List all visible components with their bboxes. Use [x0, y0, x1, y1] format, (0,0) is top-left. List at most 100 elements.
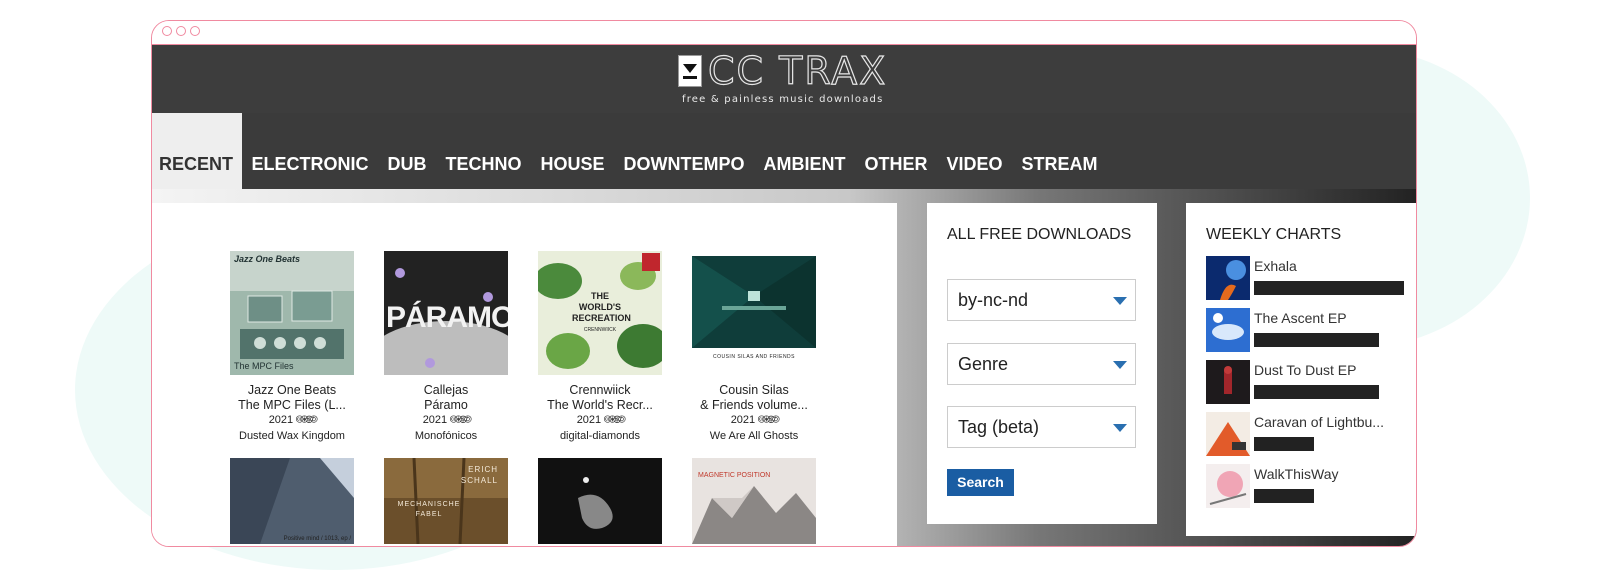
album-year-value: 2021: [576, 414, 602, 426]
cover-text: Jazz One Beats: [234, 254, 301, 264]
weekly-charts-panel: WEEKLY CHARTS Exhala The Ascent EP Dust …: [1186, 203, 1416, 536]
album-year-value: 2021: [268, 414, 294, 426]
album-year-value: 2021: [422, 414, 448, 426]
genre-select-value: Genre: [958, 354, 1009, 374]
album-card[interactable]: Jazz One Beats The MPC Files Jazz One Be…: [230, 251, 354, 444]
chart-thumbnail[interactable]: [1206, 464, 1250, 508]
chart-title[interactable]: Caravan of Lightbu...: [1254, 414, 1384, 430]
chart-item[interactable]: Dust To Dust EP: [1206, 360, 1406, 406]
cc-license-icons: 🅭🅯🄏🄎: [450, 414, 471, 426]
nav-stream[interactable]: STREAM: [1012, 113, 1107, 189]
cover-text: PÁRAMO: [386, 301, 508, 334]
cover-subtext: CRENNWIICK: [583, 327, 617, 333]
site-header: CC TRAX free & painless music downloads: [152, 45, 1416, 113]
chart-popularity-bar: [1254, 333, 1379, 347]
album-title[interactable]: The MPC Files (L...: [230, 398, 354, 413]
genre-nav: RECENT ELECTRONIC DUB TECHNO HOUSE DOWNT…: [152, 113, 1107, 189]
album-cover[interactable]: COUSIN SILAS AND FRIENDS: [692, 251, 816, 375]
album-card[interactable]: COUSIN SILAS AND FRIENDS Cousin Silas & …: [692, 251, 816, 444]
album-cover[interactable]: MAGNETIC POSITION: [692, 458, 816, 544]
nav-downtempo[interactable]: DOWNTEMPO: [614, 113, 754, 189]
album-artist[interactable]: Crennwiick: [538, 383, 662, 398]
album-cover[interactable]: ERICH SCHALL MECHANISCHE FABEL: [384, 458, 508, 544]
cover-subtext: MECHANISCHE FABEL: [397, 501, 461, 518]
chevron-down-icon: [1113, 424, 1127, 432]
nav-video[interactable]: VIDEO: [937, 113, 1012, 189]
download-logo-icon: [678, 55, 702, 87]
window-minimize-dot[interactable]: [176, 26, 186, 36]
nav-electronic[interactable]: ELECTRONIC: [242, 113, 378, 189]
recent-releases-panel: Jazz One Beats The MPC Files Jazz One Be…: [152, 203, 897, 546]
license-select[interactable]: by-nc-nd: [947, 279, 1136, 321]
charts-title: WEEKLY CHARTS: [1206, 226, 1342, 243]
album-cover[interactable]: PÁRAMO: [384, 251, 508, 375]
album-year-value: 2021: [730, 414, 756, 426]
chart-item[interactable]: Exhala: [1206, 256, 1406, 302]
chart-popularity-bar: [1254, 385, 1379, 399]
chart-title[interactable]: The Ascent EP: [1254, 310, 1347, 326]
downloads-title: ALL FREE DOWNLOADS: [947, 226, 1132, 243]
chart-item[interactable]: Caravan of Lightbu...: [1206, 412, 1406, 458]
search-button[interactable]: Search: [947, 469, 1014, 496]
site-logo[interactable]: CC TRAX: [678, 49, 888, 93]
chevron-down-icon: [1113, 297, 1127, 305]
cover-text: ERICH SCHALL: [460, 465, 498, 485]
nav-house[interactable]: HOUSE: [531, 113, 614, 189]
cover-subtext: The MPC Files: [234, 361, 294, 371]
album-label[interactable]: We Are All Ghosts: [692, 428, 816, 444]
chart-item[interactable]: The Ascent EP: [1206, 308, 1406, 354]
genre-navbar: RECENT ELECTRONIC DUB TECHNO HOUSE DOWNT…: [152, 113, 1416, 189]
album-title[interactable]: & Friends volume...: [692, 398, 816, 413]
album-cover[interactable]: THE WORLD'S RECREATION CRENNWIICK: [538, 251, 662, 375]
window-close-dot[interactable]: [162, 26, 172, 36]
album-label[interactable]: Dusted Wax Kingdom: [230, 428, 354, 444]
chart-popularity-bar: [1254, 437, 1314, 451]
tag-select[interactable]: Tag (beta): [947, 406, 1136, 448]
nav-dub[interactable]: DUB: [378, 113, 436, 189]
album-year: 2021 🅭🅯🄏🄎: [538, 413, 662, 427]
cover-text: Positive mind / 1013, ep /: [283, 536, 351, 542]
chart-title[interactable]: WalkThisWay: [1254, 466, 1339, 482]
free-downloads-panel: ALL FREE DOWNLOADS by-nc-nd Genre Tag (b…: [927, 203, 1157, 524]
window-maximize-dot[interactable]: [190, 26, 200, 36]
cover-text: MAGNETIC POSITION: [698, 472, 771, 479]
album-card[interactable]: [538, 458, 662, 544]
browser-window: CC TRAX free & painless music downloads …: [151, 20, 1417, 547]
chart-thumbnail[interactable]: [1206, 412, 1250, 456]
tag-select-value: Tag (beta): [958, 417, 1040, 437]
chart-item[interactable]: WalkThisWay: [1206, 464, 1406, 510]
nav-recent[interactable]: RECENT: [152, 113, 243, 189]
album-artist[interactable]: Jazz One Beats: [230, 383, 354, 398]
chart-thumbnail[interactable]: [1206, 256, 1250, 300]
chart-title[interactable]: Exhala: [1254, 258, 1297, 274]
chart-thumbnail[interactable]: [1206, 308, 1250, 352]
album-card[interactable]: MAGNETIC POSITION: [692, 458, 816, 544]
album-card[interactable]: THE WORLD'S RECREATION CRENNWIICK Crennw…: [538, 251, 662, 444]
album-label[interactable]: Monofónicos: [384, 428, 508, 444]
cc-license-icons: 🅭🅯🄏🄎: [604, 414, 625, 426]
chart-title[interactable]: Dust To Dust EP: [1254, 362, 1356, 378]
chart-popularity-bar: [1254, 489, 1314, 503]
album-label[interactable]: digital-diamonds: [538, 428, 662, 444]
album-artist[interactable]: Cousin Silas: [692, 383, 816, 398]
album-title[interactable]: The World's Recr...: [538, 398, 662, 413]
site-tagline: free & painless music downloads: [682, 94, 884, 105]
license-select-value: by-nc-nd: [958, 290, 1029, 310]
album-card[interactable]: ERICH SCHALL MECHANISCHE FABEL: [384, 458, 508, 544]
nav-techno[interactable]: TECHNO: [436, 113, 531, 189]
cover-text: COUSIN SILAS AND FRIENDS: [712, 354, 795, 360]
logo-text: CC TRAX: [707, 49, 888, 93]
album-artist[interactable]: Callejas: [384, 383, 508, 398]
album-year: 2021 🅭🅯🄏🄎: [230, 413, 354, 427]
album-cover[interactable]: [538, 458, 662, 544]
album-title[interactable]: Páramo: [384, 398, 508, 413]
chart-thumbnail[interactable]: [1206, 360, 1250, 404]
nav-other[interactable]: OTHER: [855, 113, 937, 189]
nav-ambient[interactable]: AMBIENT: [754, 113, 855, 189]
album-card[interactable]: Positive mind / 1013, ep /: [230, 458, 354, 544]
album-card[interactable]: PÁRAMO Callejas Páramo 2021 🅭🅯🄏🄎 Monofón…: [384, 251, 508, 444]
album-cover[interactable]: Jazz One Beats The MPC Files: [230, 251, 354, 375]
album-cover[interactable]: Positive mind / 1013, ep /: [230, 458, 354, 544]
genre-select[interactable]: Genre: [947, 343, 1136, 385]
album-year: 2021 🅭🅯🄏🄎: [384, 413, 508, 427]
